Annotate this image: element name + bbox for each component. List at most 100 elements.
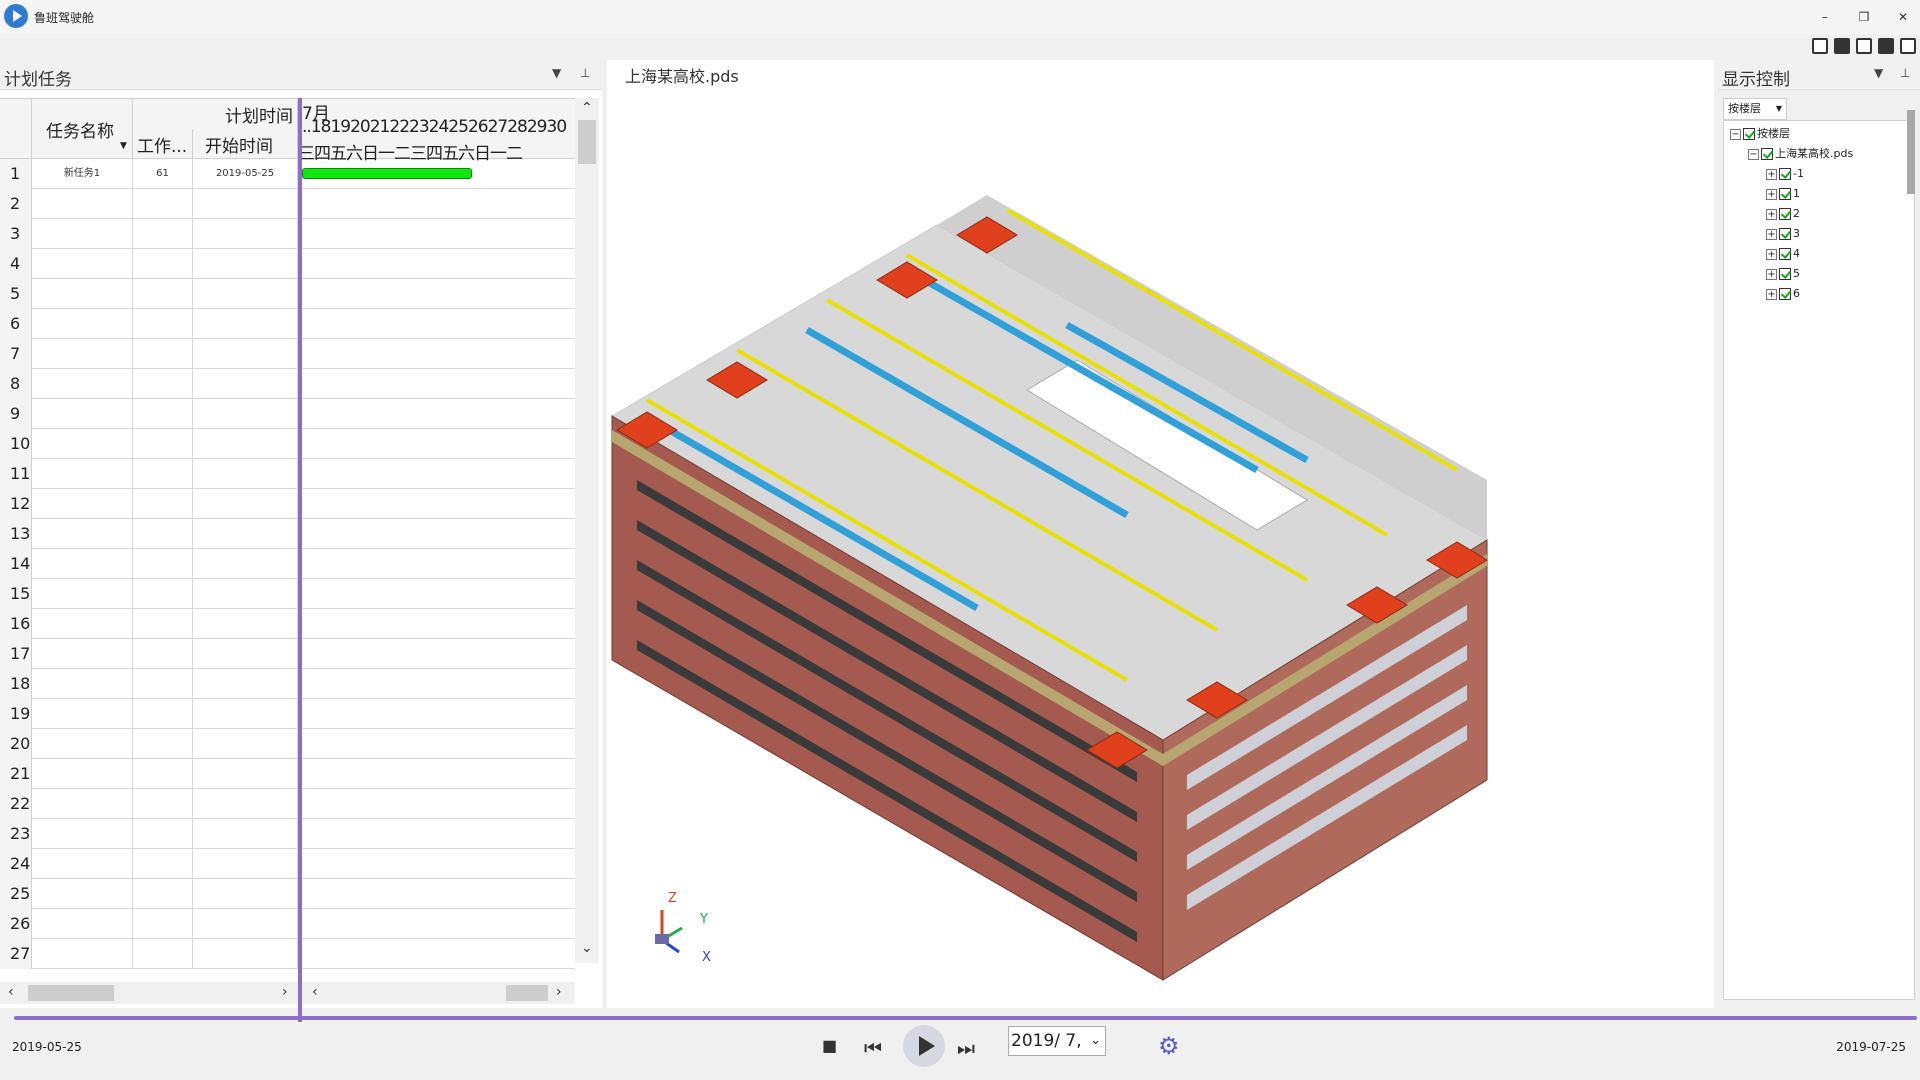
current-date-picker[interactable]: 2019/ 7, ⌄ [1008,1026,1106,1056]
work-cell[interactable] [133,789,193,819]
expand-icon[interactable]: + [1766,248,1777,260]
start-cell[interactable] [193,579,298,609]
table-row[interactable]: 12 [0,489,575,519]
column-header-work[interactable]: 工作... [133,129,193,159]
task-name-cell[interactable] [32,369,133,399]
minimize-button[interactable]: – [1814,8,1836,26]
table-row[interactable]: 20 [0,729,575,759]
task-name-cell[interactable] [32,819,133,849]
tree-floor-item[interactable]: +6 [1766,285,1800,303]
checkbox-icon[interactable] [1779,288,1791,300]
start-cell[interactable] [193,309,298,339]
scroll-up-icon[interactable]: ⌃ [581,100,593,116]
start-cell[interactable] [193,189,298,219]
expand-icon[interactable]: + [1766,228,1777,240]
start-cell[interactable] [193,699,298,729]
work-cell[interactable] [133,879,193,909]
work-cell[interactable] [133,639,193,669]
task-name-cell[interactable] [32,189,133,219]
work-cell[interactable] [133,429,193,459]
column-header-start[interactable]: 开始时间 [193,129,298,159]
vertical-scrollbar[interactable]: ⌃ ⌄ [575,98,599,963]
tree-floor-item[interactable]: +1 [1766,185,1800,203]
gear-icon[interactable]: ⚙ [1158,1032,1180,1060]
tree-model[interactable]: − 上海某高校.pds [1748,145,1853,163]
work-cell[interactable] [133,219,193,249]
start-cell[interactable] [193,279,298,309]
table-row[interactable]: 23 [0,819,575,849]
table-row[interactable]: 3 [0,219,575,249]
task-name-cell[interactable] [32,429,133,459]
task-name-cell[interactable] [32,459,133,489]
floor-mode-select[interactable]: 按楼层 ▼ [1723,98,1787,120]
table-row[interactable]: 8 [0,369,575,399]
table-row[interactable]: 21 [0,759,575,789]
start-cell[interactable] [193,339,298,369]
table-row[interactable]: 18 [0,669,575,699]
work-cell[interactable] [133,459,193,489]
task-name-cell[interactable]: 新任务1 [32,159,133,189]
start-cell[interactable] [193,369,298,399]
start-cell[interactable] [193,759,298,789]
task-name-cell[interactable] [32,489,133,519]
start-cell[interactable] [193,519,298,549]
tree-scroll-thumb[interactable] [1907,110,1915,194]
work-cell[interactable] [133,369,193,399]
scroll-right-icon[interactable]: › [282,984,288,1000]
task-name-cell[interactable] [32,939,133,969]
work-cell[interactable] [133,489,193,519]
checkbox-icon[interactable] [1743,128,1755,140]
start-cell[interactable]: 2019-05-25 [193,159,298,189]
tree-root[interactable]: − 按楼层 [1730,125,1790,143]
scroll-thumb[interactable] [578,120,596,164]
expand-icon[interactable]: + [1766,188,1777,200]
table-row[interactable]: 25 [0,879,575,909]
work-cell[interactable] [133,309,193,339]
task-name-cell[interactable] [32,519,133,549]
gantt-bar[interactable] [302,168,472,179]
grid-scroll-thumb[interactable] [28,985,114,1001]
start-cell[interactable] [193,819,298,849]
task-name-cell[interactable] [32,879,133,909]
task-name-cell[interactable] [32,339,133,369]
start-cell[interactable] [193,489,298,519]
start-cell[interactable] [193,909,298,939]
timeline-slider[interactable] [14,1016,1917,1020]
task-name-cell[interactable] [32,759,133,789]
task-name-cell[interactable] [32,639,133,669]
tree-floor-item[interactable]: +5 [1766,265,1800,283]
work-cell[interactable] [133,939,193,969]
scroll-left-icon[interactable]: ‹ [8,984,14,1000]
start-cell[interactable] [193,219,298,249]
work-cell[interactable]: 61 [133,159,193,189]
work-cell[interactable] [133,849,193,879]
start-cell[interactable] [193,879,298,909]
checkbox-icon[interactable] [1779,208,1791,220]
model-viewport[interactable]: 上海某高校.pds Z Y X [607,60,1714,1008]
work-cell[interactable] [133,819,193,849]
task-name-cell[interactable] [32,219,133,249]
expand-icon[interactable]: + [1766,168,1777,180]
close-button[interactable]: ✕ [1892,8,1914,26]
restore-button[interactable]: ❐ [1853,8,1875,26]
checkbox-icon[interactable] [1761,148,1773,160]
building-model[interactable] [607,60,1714,1008]
layout-top-icon[interactable] [1812,38,1828,54]
tree-floor-item[interactable]: +3 [1766,225,1800,243]
checkbox-icon[interactable] [1779,188,1791,200]
task-name-cell[interactable] [32,609,133,639]
table-row[interactable]: 14 [0,549,575,579]
task-name-cell[interactable] [32,909,133,939]
expand-icon[interactable]: + [1766,268,1777,280]
table-row[interactable]: 27 [0,939,575,969]
task-name-cell[interactable] [32,849,133,879]
gantt-splitter[interactable] [298,98,302,1068]
start-cell[interactable] [193,939,298,969]
table-row[interactable]: 26 [0,909,575,939]
work-cell[interactable] [133,549,193,579]
start-cell[interactable] [193,429,298,459]
checkbox-icon[interactable] [1779,268,1791,280]
skip-back-icon[interactable]: ⏮ [864,1036,882,1060]
work-cell[interactable] [133,189,193,219]
tree-floor-item[interactable]: +4 [1766,245,1800,263]
